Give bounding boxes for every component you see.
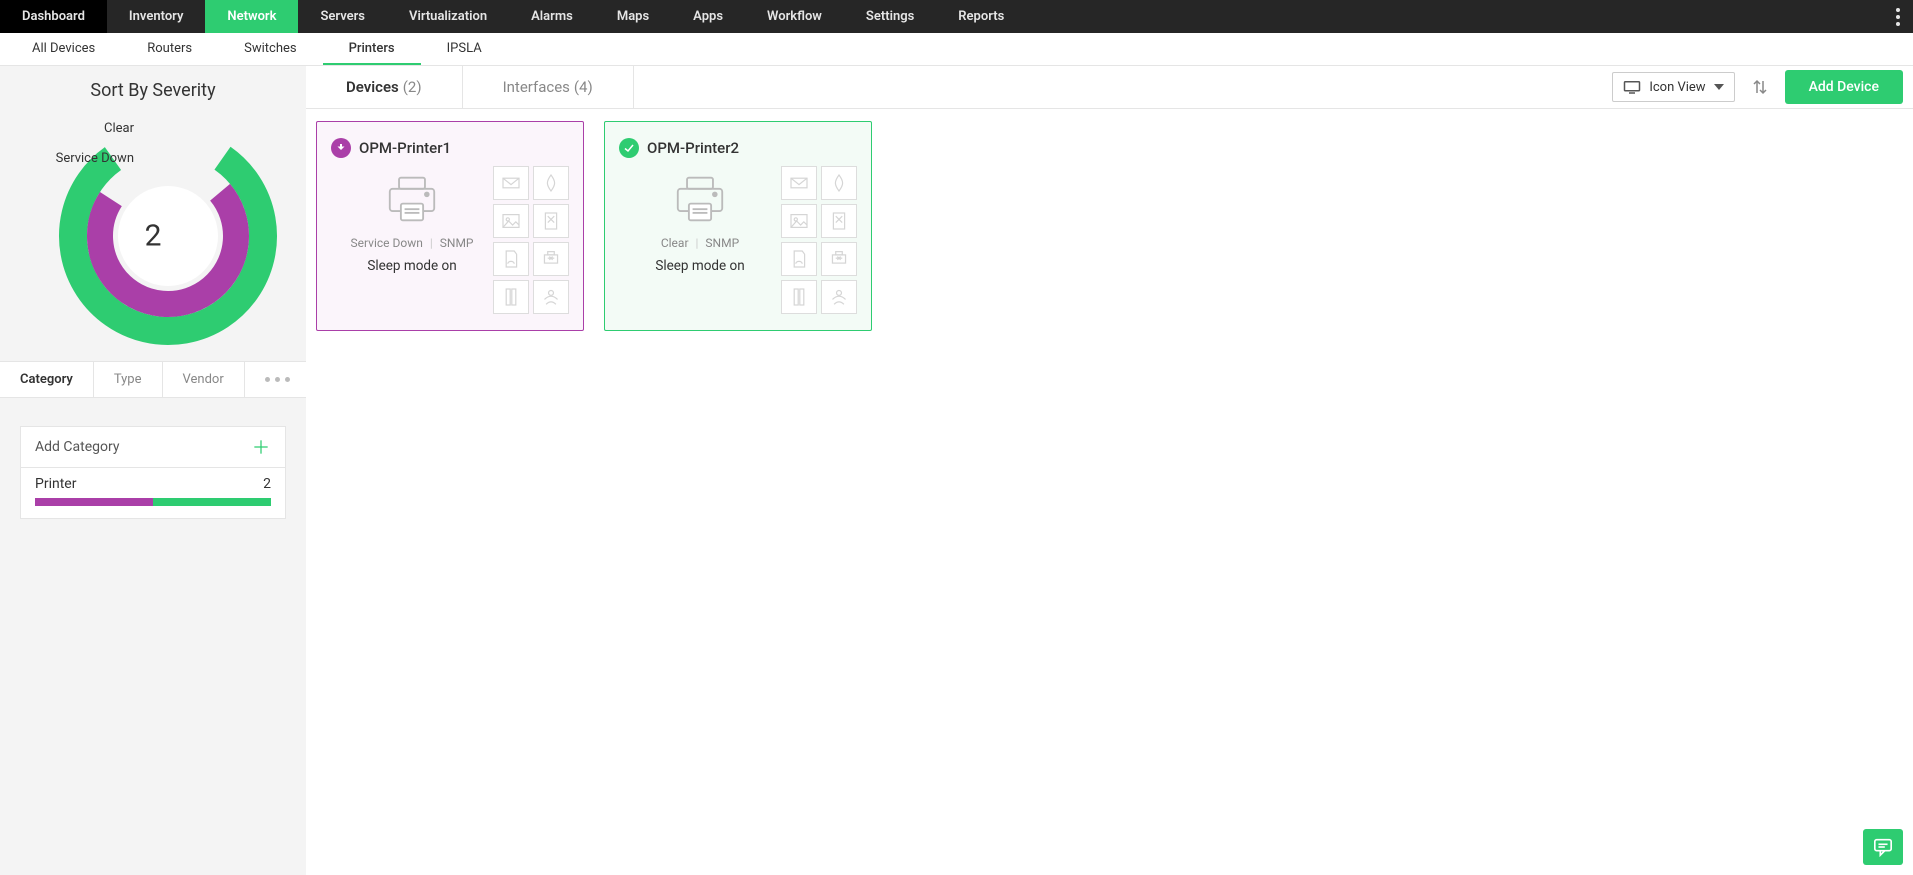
feature-tile-icon[interactable] [781, 280, 817, 314]
nav-workflow[interactable]: Workflow [745, 0, 844, 33]
subnav-routers[interactable]: Routers [121, 33, 218, 65]
filter-tab-vendor[interactable]: Vendor [163, 362, 245, 397]
chat-fab-button[interactable] [1863, 829, 1903, 865]
status-badge-down-icon [331, 138, 351, 158]
filter-tab-more[interactable] [245, 362, 310, 397]
feature-tile-icon[interactable] [533, 242, 569, 276]
category-row-printer[interactable]: Printer 2 [21, 468, 285, 518]
add-category-label: Add Category [35, 439, 119, 455]
feature-tile-icon[interactable] [493, 166, 529, 200]
feature-tile-icon[interactable] [533, 204, 569, 238]
feature-tile-icon[interactable] [493, 280, 529, 314]
sub-nav: All Devices Routers Switches Printers IP… [0, 33, 1913, 66]
nav-apps[interactable]: Apps [671, 0, 745, 33]
device-mode: Sleep mode on [331, 258, 493, 274]
legend-clear: Clear [104, 121, 134, 136]
device-card-opm-printer1[interactable]: OPM-Printer1 Service Down | [316, 121, 584, 331]
plus-icon [251, 437, 271, 457]
main-toolbar: Devices (2) Interfaces (4) Icon View Add… [306, 66, 1913, 109]
device-card-opm-printer2[interactable]: OPM-Printer2 Clear | [604, 121, 872, 331]
printer-icon [670, 174, 730, 224]
sort-icon [1751, 78, 1769, 96]
nav-inventory[interactable]: Inventory [107, 0, 206, 33]
subnav-printers[interactable]: Printers [323, 33, 421, 65]
filter-tab-category[interactable]: Category [0, 362, 94, 397]
subnav-all-devices[interactable]: All Devices [6, 33, 121, 65]
nav-dashboard[interactable]: Dashboard [0, 0, 107, 33]
severity-donut-chart[interactable]: Clear Service Down 2 [0, 111, 306, 361]
tab-interfaces-label: Interfaces [503, 78, 570, 96]
view-mode-select[interactable]: Icon View [1612, 72, 1734, 102]
feature-tile-icon[interactable] [533, 280, 569, 314]
device-name: OPM-Printer1 [359, 139, 451, 157]
subnav-switches[interactable]: Switches [218, 33, 322, 65]
feature-tile-icon[interactable] [781, 204, 817, 238]
device-mode: Sleep mode on [619, 258, 781, 274]
category-count: 2 [263, 476, 271, 492]
printer-icon [382, 174, 442, 224]
feature-tile-icon[interactable] [821, 166, 857, 200]
nav-maps[interactable]: Maps [595, 0, 671, 33]
category-bar [35, 498, 271, 506]
top-nav: Dashboard Inventory Network Servers Virt… [0, 0, 1913, 33]
feature-tile-icon[interactable] [781, 166, 817, 200]
filter-tabs: Category Type Vendor [0, 361, 306, 398]
monitor-icon [1623, 80, 1641, 94]
nav-virtualization[interactable]: Virtualization [387, 0, 509, 33]
feature-tile-icon[interactable] [533, 166, 569, 200]
add-category-button[interactable]: Add Category [21, 427, 285, 468]
main-content: Devices (2) Interfaces (4) Icon View Add… [306, 66, 1913, 875]
status-badge-clear-icon [619, 138, 639, 158]
nav-servers[interactable]: Servers [298, 0, 387, 33]
device-name: OPM-Printer2 [647, 139, 739, 157]
tab-interfaces-count: (4) [574, 78, 593, 96]
nav-network[interactable]: Network [205, 0, 298, 33]
device-status: Service Down [350, 236, 422, 250]
filter-tab-type[interactable]: Type [94, 362, 163, 397]
printer-features-grid [781, 166, 857, 314]
add-device-button[interactable]: Add Device [1785, 70, 1903, 104]
legend-service-down: Service Down [56, 151, 134, 166]
device-status: Clear [661, 236, 689, 250]
subnav-ipsla[interactable]: IPSLA [421, 33, 508, 65]
severity-title: Sort By Severity [0, 66, 306, 111]
tab-interfaces[interactable]: Interfaces (4) [463, 66, 634, 108]
printer-features-grid [493, 166, 569, 314]
feature-tile-icon[interactable] [493, 204, 529, 238]
tab-devices[interactable]: Devices (2) [306, 66, 463, 108]
chat-icon [1872, 837, 1894, 857]
nav-alarms[interactable]: Alarms [509, 0, 595, 33]
feature-tile-icon[interactable] [493, 242, 529, 276]
tab-devices-label: Devices [346, 78, 399, 96]
feature-tile-icon[interactable] [821, 280, 857, 314]
chevron-down-icon [1714, 84, 1724, 90]
feature-tile-icon[interactable] [821, 242, 857, 276]
sidebar: Sort By Severity Clear Service Down 2 Ca… [0, 66, 306, 875]
view-mode-label: Icon View [1649, 80, 1705, 95]
category-block: Add Category Printer 2 [20, 426, 286, 519]
device-protocol: SNMP [440, 236, 474, 250]
feature-tile-icon[interactable] [821, 204, 857, 238]
feature-tile-icon[interactable] [781, 242, 817, 276]
device-grid: OPM-Printer1 Service Down | [306, 109, 1913, 343]
severity-total: 2 [145, 219, 162, 254]
more-menu-icon[interactable] [1883, 0, 1913, 33]
nav-reports[interactable]: Reports [936, 0, 1026, 33]
category-name: Printer [35, 476, 76, 492]
nav-settings[interactable]: Settings [844, 0, 936, 33]
sort-button[interactable] [1745, 72, 1775, 102]
device-protocol: SNMP [705, 236, 739, 250]
tab-devices-count: (2) [403, 78, 422, 96]
